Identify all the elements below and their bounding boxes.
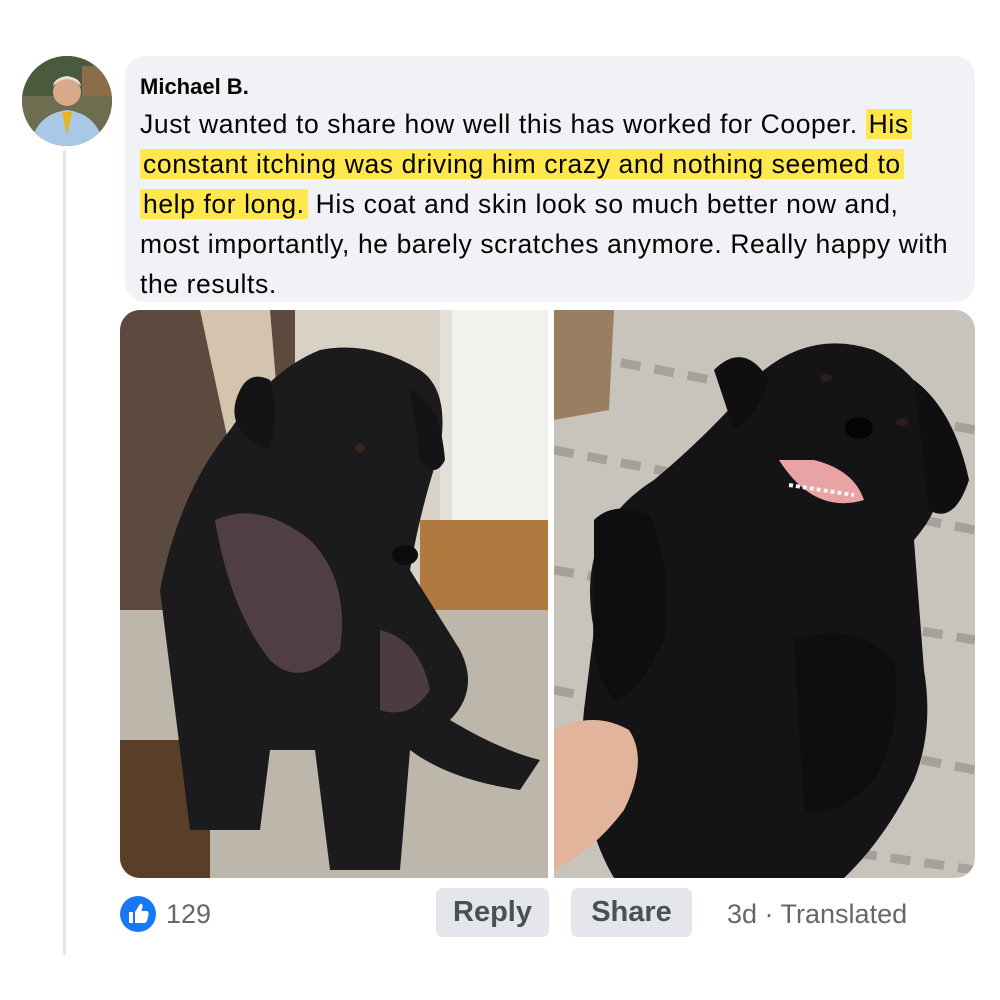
thread-line (63, 150, 66, 955)
comment-meta[interactable]: 3d · Translated (727, 897, 907, 931)
like-thumbs-up-icon[interactable] (120, 896, 156, 932)
comment-bubble: Michael B. Just wanted to share how well… (125, 56, 975, 302)
share-button[interactable]: Share (571, 888, 692, 937)
like-count[interactable]: 129 (166, 897, 211, 931)
dog-before-photo[interactable] (120, 310, 548, 878)
avatar[interactable] (22, 56, 112, 146)
author-name[interactable]: Michael B. (140, 72, 959, 102)
avatar-image (22, 56, 112, 146)
dog-after-photo[interactable] (554, 310, 975, 878)
comment-text-start: Just wanted to share how well this has w… (140, 109, 866, 139)
reply-button[interactable]: Reply (436, 888, 549, 937)
comment-text: Just wanted to share how well this has w… (140, 104, 959, 304)
